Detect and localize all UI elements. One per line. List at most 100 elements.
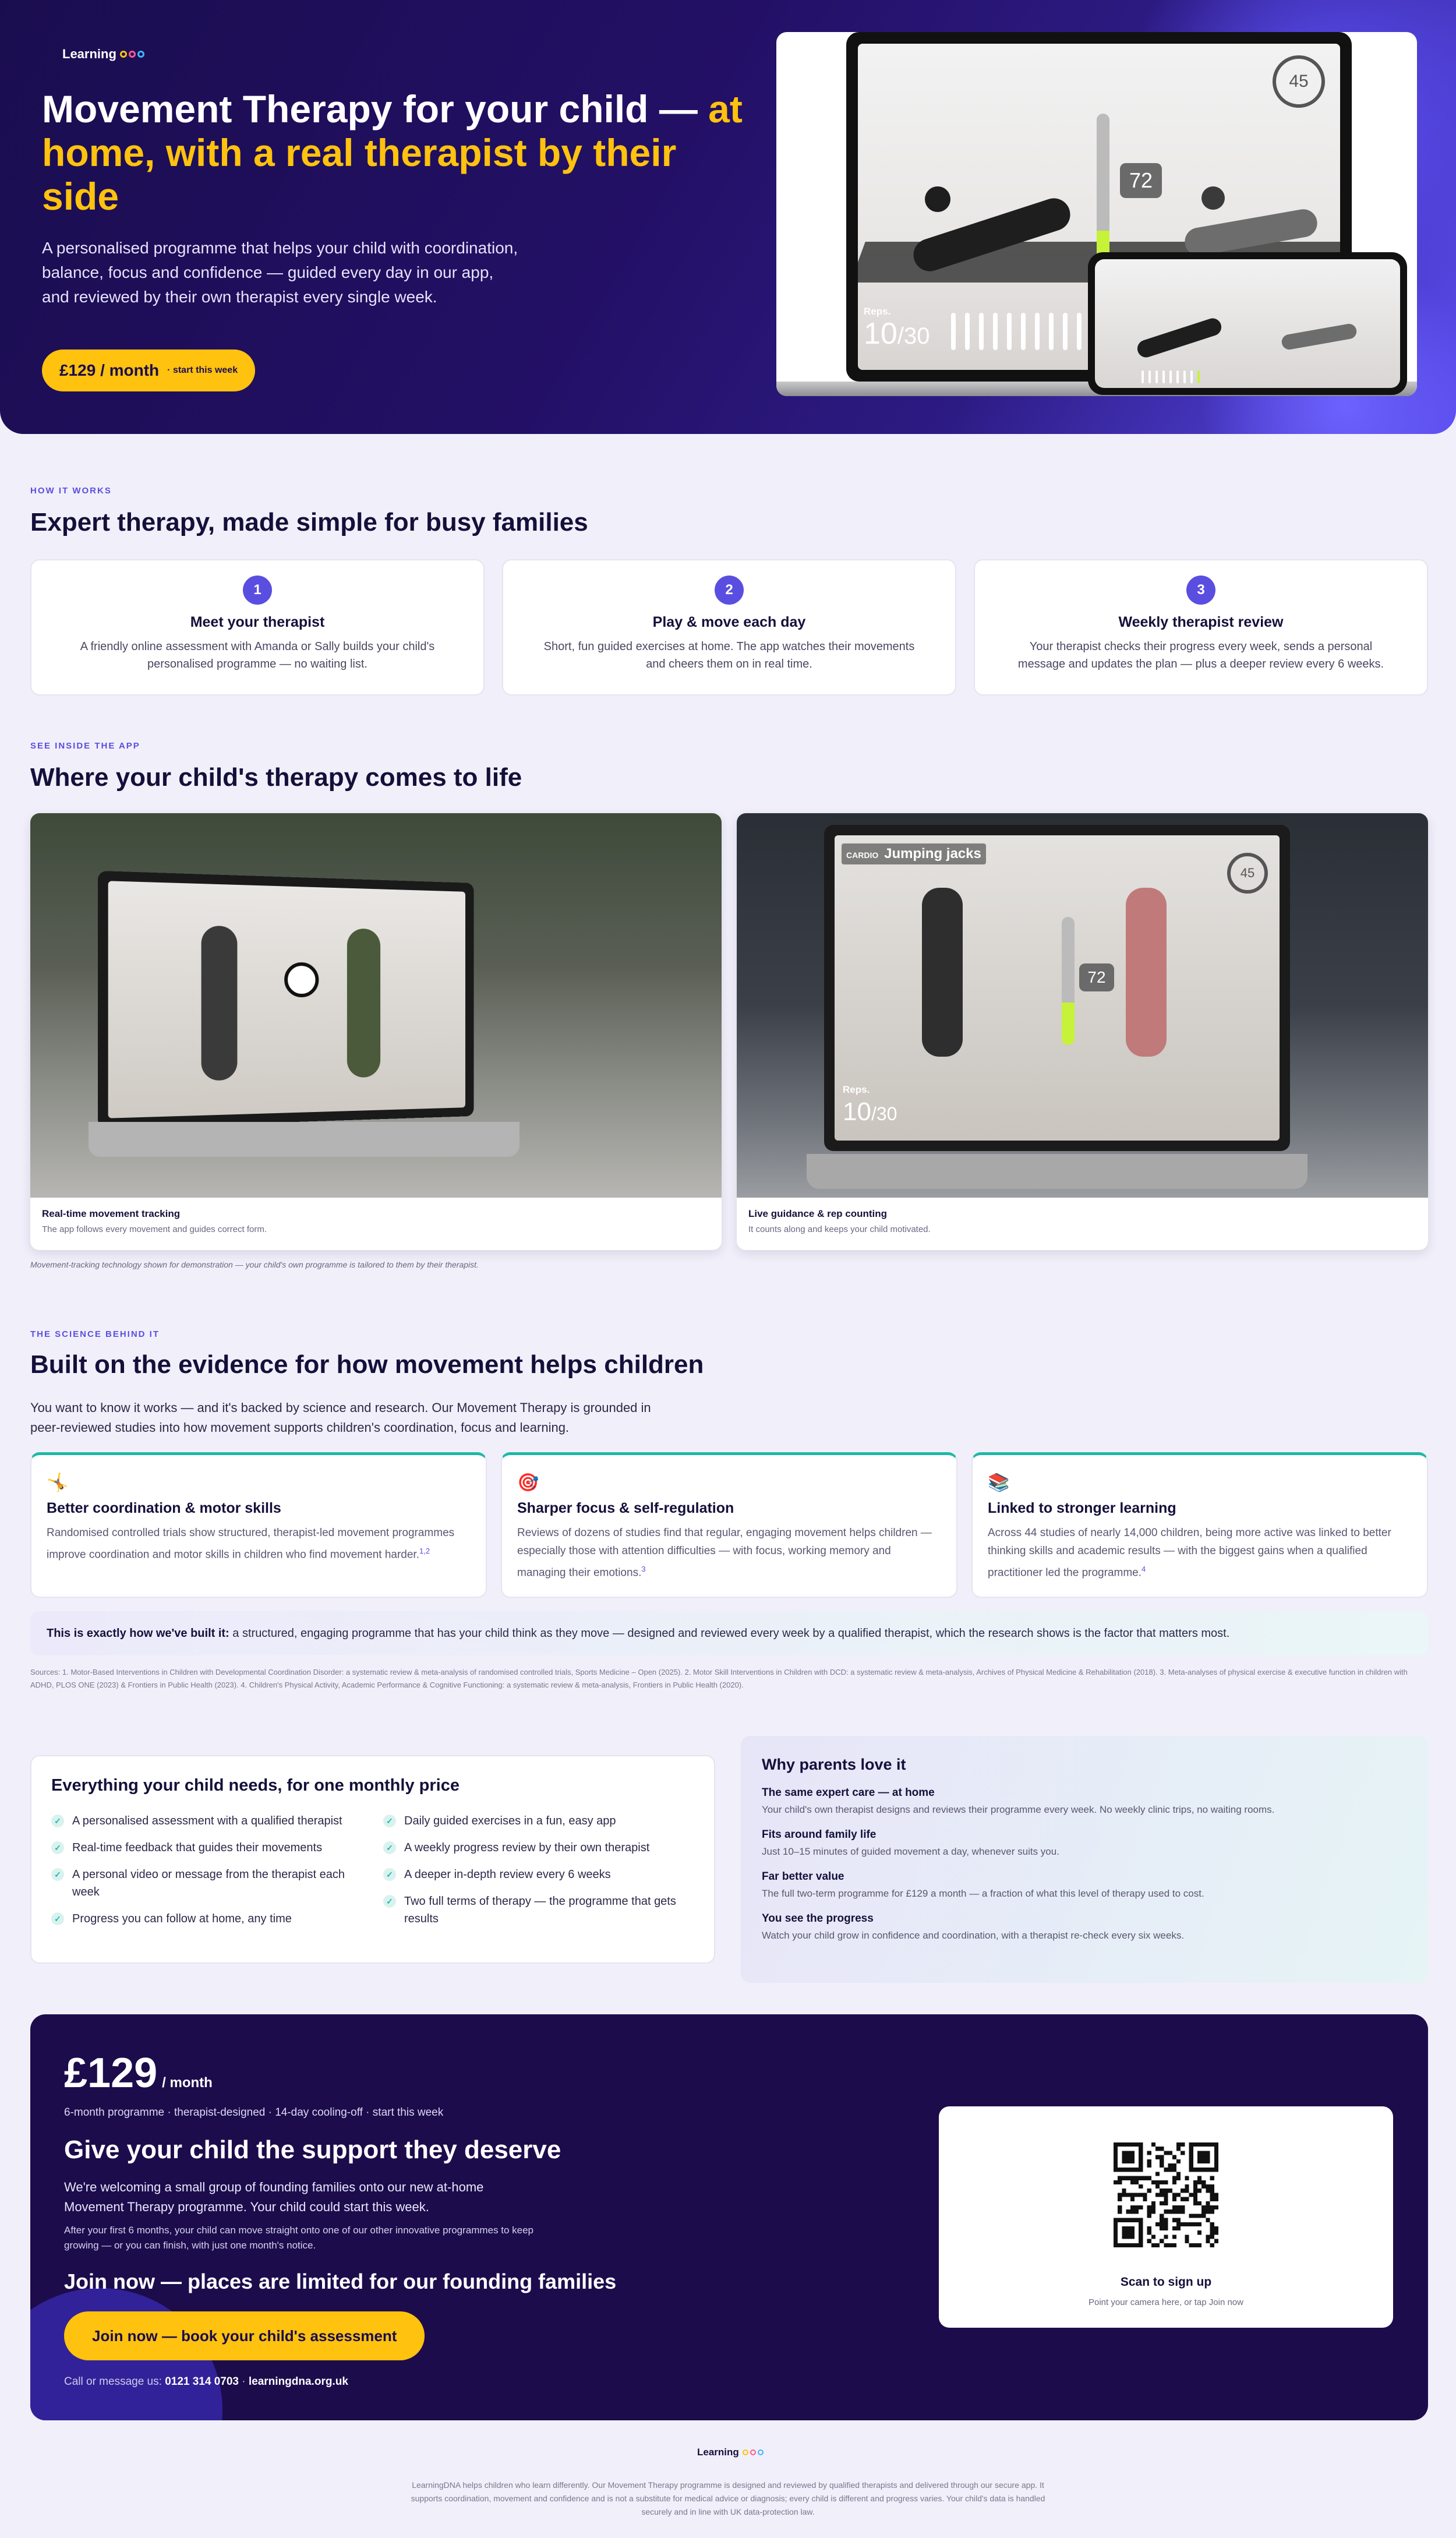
check-icon: ✓	[383, 1895, 396, 1908]
phone-rep-ticks	[1142, 370, 1200, 383]
tracking-photo	[30, 813, 722, 1198]
phone-mockup	[1088, 252, 1407, 395]
hero-title: Movement Therapy for your child — at hom…	[42, 87, 752, 218]
science-kicker: THE SCIENCE BEHIND IT	[30, 1329, 160, 1339]
step-desc: Your therapist checks their progress eve…	[1017, 640, 1384, 670]
website-link[interactable]: learningdna.org.uk	[249, 2375, 348, 2388]
pricing-note: After your first 6 months, your child ca…	[64, 2225, 534, 2251]
evidence-title: Linked to stronger learning	[988, 1500, 1176, 1516]
laptop-notch	[1062, 32, 1126, 43]
rep-progress-bar	[1062, 917, 1075, 1045]
brand-logo[interactable]: Learning	[62, 47, 144, 62]
brand-dots-icon	[119, 51, 144, 58]
coach-figure	[347, 928, 381, 1078]
laptop-photo-screen: CARDIO Jumping jacks 45 72 Reps. 10/30	[835, 835, 1280, 1141]
coach-figure	[1126, 888, 1167, 1057]
footer-disclaimer: LearningDNA helps children who learn dif…	[411, 2480, 1045, 2516]
caption-desc: The app follows every movement and guide…	[42, 1224, 267, 1234]
screen-exercise: Jumping jacks	[884, 846, 981, 862]
evidence-title: Better coordination & motor skills	[47, 1500, 281, 1516]
phone-instructor-figure	[1135, 316, 1224, 360]
phone-screen	[1095, 259, 1400, 388]
brand-name: Learning	[697, 2447, 739, 2458]
check-icon: ✓	[51, 1868, 64, 1881]
reason-item: You see the progress Watch your child gro…	[762, 1912, 1185, 1941]
reason-item: Far better value The full two-term progra…	[762, 1870, 1204, 1899]
check-icon: ✓	[383, 1841, 396, 1854]
laptop-photo-screen	[108, 881, 466, 1118]
list-item: ✓ Two full terms of therapy — the program…	[383, 1893, 686, 1928]
evidence-card-focus: 🎯 Sharper focus & self-regulation Review…	[501, 1452, 957, 1598]
laptop-photo	[98, 870, 474, 1129]
join-now-button[interactable]: Join now — book your child's assessment	[64, 2311, 425, 2360]
caption-title: Real-time movement tracking	[42, 1208, 181, 1219]
rep-ticks	[951, 313, 1109, 350]
laptop-photo: CARDIO Jumping jacks 45 72 Reps. 10/30	[824, 825, 1290, 1151]
list-item: ✓ A weekly progress review by their own t…	[383, 1839, 686, 1856]
included-list-right: ✓ Daily guided exercises in a fun, easy a…	[383, 1812, 686, 1937]
step-card-3: 3 Weekly therapist review Your therapist…	[974, 559, 1428, 696]
hero-title-main: Movement Therapy for your child —	[42, 87, 709, 130]
books-icon: 📚	[988, 1473, 1010, 1492]
reference-link[interactable]: 4	[1142, 1565, 1146, 1573]
qr-title: Scan to sign up	[1120, 2275, 1212, 2289]
check-icon: ✓	[383, 1815, 396, 1827]
science-title: Built on the evidence for how movement h…	[30, 1350, 704, 1379]
pricing-intro: We're welcoming a small group of foundin…	[64, 2180, 484, 2214]
qr-code-icon[interactable]	[1114, 2142, 1218, 2247]
list-item: ✓ A personalised assessment with a qualif…	[51, 1812, 354, 1830]
app-card-tracking: Real-time movement tracking The app foll…	[30, 813, 722, 1250]
app-card-caption: Real-time movement tracking The app foll…	[42, 1208, 267, 1234]
reps-value: 10/30	[843, 1097, 897, 1126]
built-callout: This is exactly how we've built it: a st…	[30, 1611, 1428, 1655]
built-text: a structured, engaging programme that ha…	[229, 1626, 1230, 1640]
brand-name: Learning	[62, 47, 116, 61]
app-title: Where your child's therapy comes to life	[30, 763, 522, 792]
hero-lead: A personalised programme that helps your…	[42, 239, 518, 306]
evidence-title: Sharper focus & self-regulation	[517, 1500, 734, 1516]
app-card-caption: Live guidance & rep counting It counts a…	[748, 1208, 931, 1234]
how-kicker: HOW IT WORKS	[30, 486, 112, 496]
science-intro: You want to know it works — and it's bac…	[30, 1400, 651, 1435]
check-icon: ✓	[51, 1912, 64, 1925]
pricing-title: Give your child the support they deserve	[64, 2135, 561, 2164]
price-meta: 6-month programme · therapist-designed ·…	[64, 2106, 444, 2119]
pricing-section: £129/ month 6-month programme · therapis…	[30, 2014, 1428, 2420]
check-icon: ✓	[51, 1815, 64, 1827]
reference-link[interactable]: 3	[641, 1565, 645, 1573]
app-disclaimer: Movement-tracking technology shown for d…	[30, 1260, 479, 1269]
parents-love-card: Why parents love it The same expert care…	[741, 1736, 1428, 1983]
reason-item: The same expert care — at home Your child…	[762, 1787, 1275, 1815]
evidence-card-learning: 📚 Linked to stronger learning Across 44 …	[971, 1452, 1428, 1598]
limited-heading: Join now — places are limited for our fo…	[64, 2269, 617, 2293]
screen-heading: CARDIO Jumping jacks	[842, 843, 986, 864]
hero-price-button[interactable]: £129 / month · start this week	[42, 350, 256, 391]
phone-link[interactable]: 0121 314 0703	[165, 2375, 239, 2388]
app-card-guidance: CARDIO Jumping jacks 45 72 Reps. 10/30 L…	[737, 813, 1428, 1250]
list-item: ✓ Daily guided exercises in a fun, easy a…	[383, 1812, 686, 1830]
hero-app-preview: 45 72 Reps. 10/30	[776, 32, 1417, 396]
reps-label: Reps.	[864, 306, 891, 317]
brand-dots-icon	[742, 2449, 764, 2455]
step-title: Weekly therapist review	[1118, 614, 1284, 630]
list-item: ✓ A deeper in-depth review every 6 weeks	[383, 1866, 686, 1883]
step-number: 2	[715, 576, 744, 605]
footer-logo[interactable]: Learning	[697, 2447, 764, 2458]
check-icon: ✓	[383, 1868, 396, 1881]
reference-link[interactable]: 1,2	[419, 1547, 430, 1555]
laptop-photo-keyboard	[807, 1154, 1307, 1189]
screen-category: CARDIO	[846, 850, 879, 860]
check-icon: ✓	[51, 1841, 64, 1854]
hero-price-label: £129 / month	[59, 361, 160, 379]
app-kicker: SEE INSIDE THE APP	[30, 741, 140, 751]
hero-price-sub: · start this week	[167, 365, 238, 375]
guidance-photo: CARDIO Jumping jacks 45 72 Reps. 10/30	[737, 813, 1428, 1198]
rep-count-badge: 72	[1079, 963, 1114, 991]
qr-card[interactable]: Scan to sign up Point your camera here, …	[939, 2106, 1393, 2328]
step-card-2: 2 Play & move each day Short, fun guided…	[502, 559, 956, 696]
child-head	[1201, 186, 1225, 210]
step-card-1: 1 Meet your therapist A friendly online …	[30, 559, 485, 696]
evidence-card-coordination: 🤸 Better coordination & motor skills Ran…	[30, 1452, 487, 1598]
reason-item: Fits around family life Just 10–15 minute…	[762, 1829, 1059, 1857]
reps-label: Reps.	[843, 1084, 870, 1095]
